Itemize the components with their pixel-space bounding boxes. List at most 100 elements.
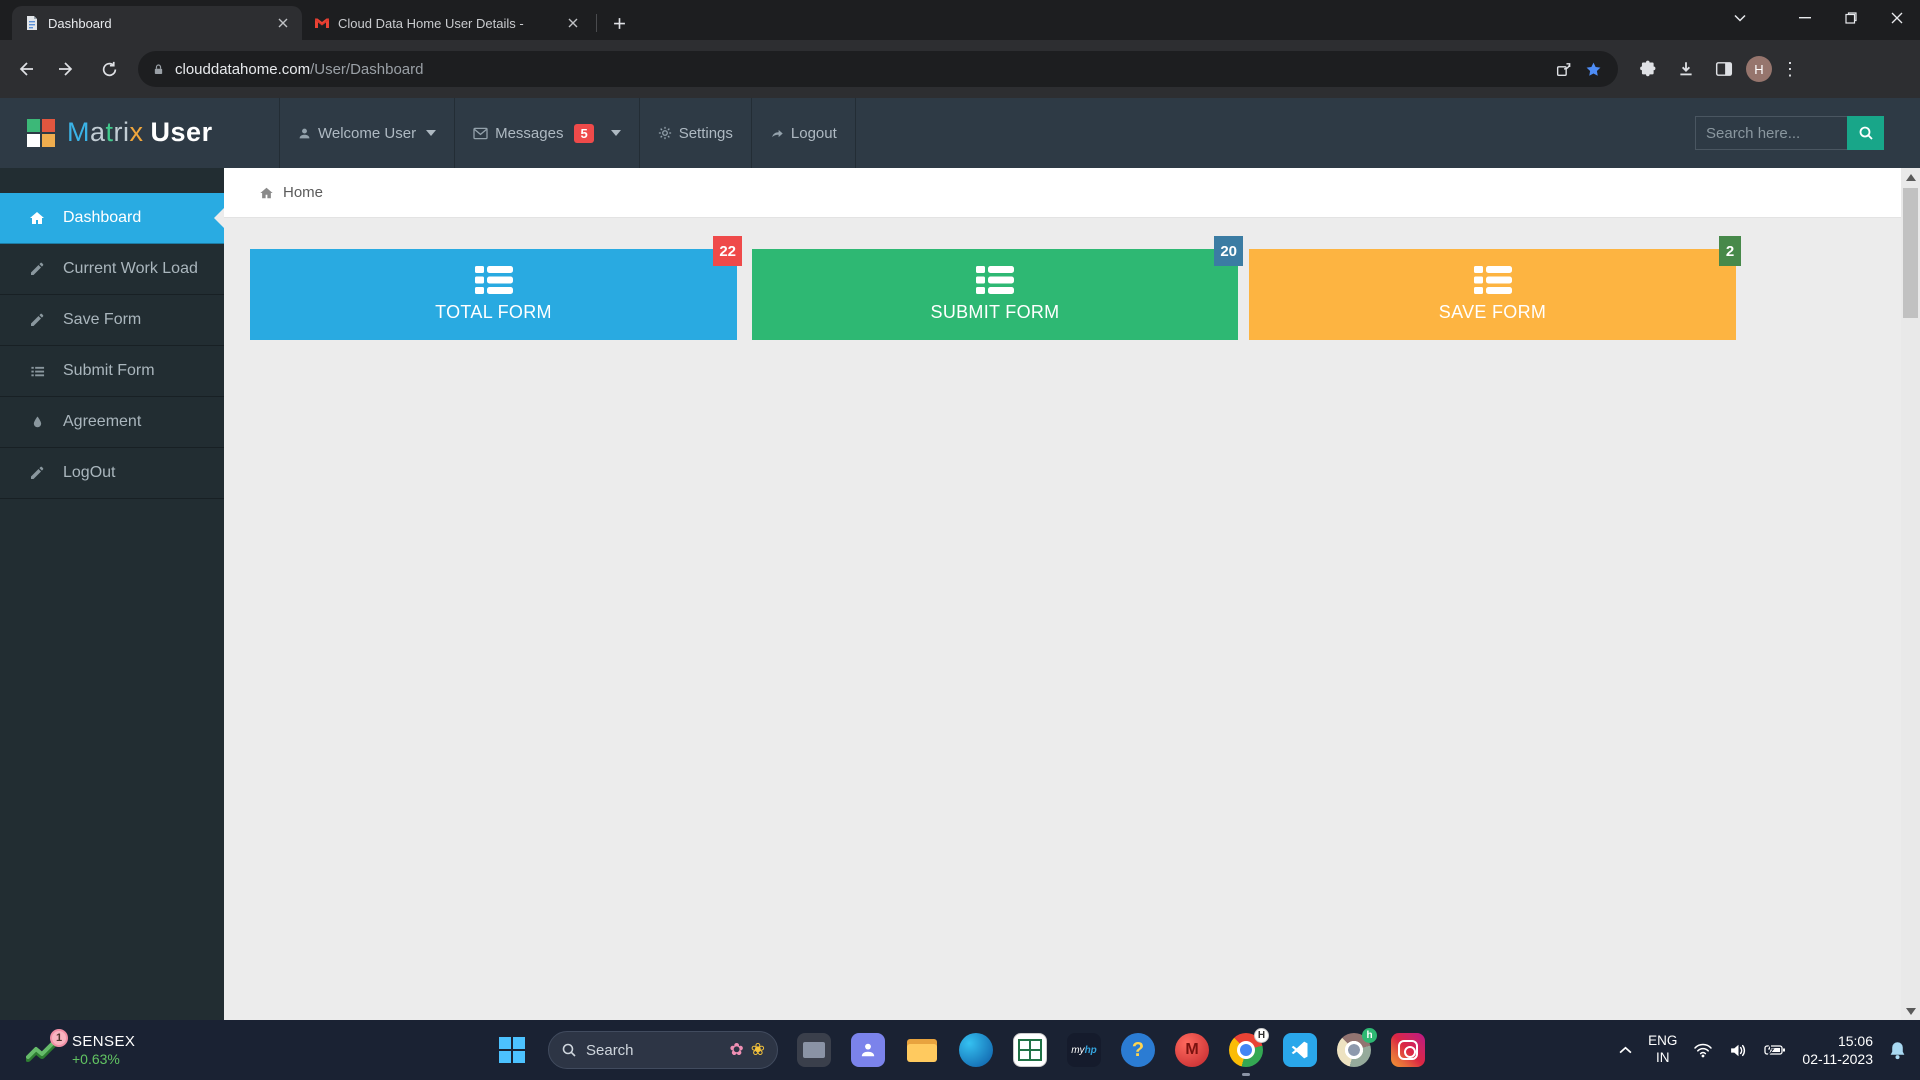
lock-icon — [152, 62, 165, 77]
extensions-icon[interactable] — [1632, 53, 1664, 85]
sidebar-item-submit-form[interactable]: Submit Form — [0, 346, 224, 397]
scroll-down-button[interactable] — [1901, 1002, 1920, 1020]
sidebar-item-agreement[interactable]: Agreement — [0, 397, 224, 448]
chrome-profile-icon[interactable]: h — [1336, 1028, 1377, 1068]
tab-close-icon[interactable] — [564, 14, 582, 32]
sidebar-item-current-work-load[interactable]: Current Work Load — [0, 244, 224, 295]
side-panel-icon[interactable] — [1708, 53, 1740, 85]
bookmark-star-icon[interactable] — [1578, 54, 1608, 84]
mcafee-icon[interactable]: M — [1174, 1032, 1210, 1068]
sidebar-item-label: Submit Form — [63, 362, 155, 379]
grid-list-icon — [474, 266, 513, 294]
settings-menu[interactable]: Settings — [640, 98, 752, 168]
chrome-profile-badge: H — [1254, 1028, 1269, 1043]
scrollbar-thumb[interactable] — [1903, 188, 1918, 318]
logout-menu[interactable]: Logout — [752, 98, 856, 168]
wifi-icon[interactable] — [1693, 1043, 1713, 1058]
file-explorer-icon[interactable] — [904, 1032, 940, 1068]
browser-menu-icon[interactable]: ⋮ — [1778, 59, 1802, 80]
breadcrumb: Home — [224, 168, 1901, 218]
scroll-up-button[interactable] — [1901, 168, 1920, 186]
notification-bell-icon[interactable] — [1889, 1041, 1906, 1060]
main-content: 22 TOTAL FORM 20 SUBMIT FORM 2 SAVE FORM — [224, 218, 1901, 1020]
matrix-user-logo[interactable]: Matrix User — [27, 117, 213, 148]
maximize-button[interactable] — [1828, 0, 1874, 36]
document-favicon-icon — [27, 16, 37, 30]
volume-icon[interactable] — [1729, 1043, 1748, 1058]
submit-form-card[interactable]: 20 SUBMIT FORM — [752, 236, 1243, 340]
teams-icon[interactable] — [850, 1032, 886, 1068]
tab-title: Cloud Data Home User Details - — [338, 15, 524, 31]
logout-label: Logout — [790, 124, 837, 142]
desktop-app-icon[interactable] — [796, 1032, 832, 1068]
minimize-button[interactable] — [1782, 0, 1828, 36]
reload-button[interactable] — [92, 52, 126, 86]
card-label: SAVE FORM — [1438, 302, 1547, 322]
tray-chevron-up-icon[interactable] — [1619, 1046, 1632, 1055]
pencil-icon — [27, 465, 47, 481]
taskbar-search-label: Search — [586, 1041, 634, 1059]
tab-close-icon[interactable] — [274, 14, 292, 32]
logout-arrow-icon — [770, 127, 784, 140]
envelope-icon — [473, 127, 488, 140]
instagram-icon[interactable] — [1390, 1032, 1426, 1068]
chrome-icon[interactable]: H — [1228, 1028, 1269, 1076]
clock[interactable]: 15:06 02-11-2023 — [1802, 1032, 1873, 1068]
share-icon[interactable] — [1548, 54, 1578, 84]
address-bar[interactable]: clouddatahome.com/User/Dashboard — [138, 51, 1618, 87]
tab-cloud-data-home[interactable]: Cloud Data Home User Details - — [302, 6, 592, 40]
user-icon — [298, 127, 311, 140]
downloads-icon[interactable] — [1670, 53, 1702, 85]
list-icon — [27, 364, 47, 379]
close-window-button[interactable] — [1874, 0, 1920, 36]
leaf-icon: ❀ — [750, 1040, 765, 1059]
url-text: clouddatahome.com/User/Dashboard — [175, 61, 1548, 78]
toolbar-right-icons: H ⋮ — [1632, 53, 1802, 85]
stock-widget[interactable]: 1 SENSEX +0.63% — [26, 1020, 135, 1080]
back-button[interactable] — [8, 52, 42, 86]
edge-icon[interactable] — [958, 1032, 994, 1068]
sidebar-item-dashboard[interactable]: Dashboard — [0, 193, 224, 244]
sidebar-item-save-form[interactable]: Save Form — [0, 295, 224, 346]
excel-icon[interactable] — [1012, 1032, 1048, 1068]
window-controls — [1782, 0, 1920, 36]
header-search — [1695, 116, 1884, 150]
home-icon — [259, 186, 274, 200]
tab-search-chevron-icon[interactable] — [1720, 0, 1760, 36]
sidebar-item-label: LogOut — [63, 464, 116, 481]
droplet-icon — [27, 414, 47, 430]
browser-toolbar: clouddatahome.com/User/Dashboard H ⋮ — [0, 40, 1920, 98]
messages-menu[interactable]: Messages 5 — [455, 98, 640, 168]
save-form-card[interactable]: 2 SAVE FORM — [1249, 236, 1741, 340]
page-scrollbar[interactable] — [1901, 168, 1920, 1020]
tab-dashboard[interactable]: Dashboard — [12, 6, 302, 40]
breadcrumb-home-link[interactable]: Home — [283, 184, 323, 201]
submit-form-count-badge: 20 — [1214, 236, 1243, 266]
search-input[interactable] — [1695, 116, 1847, 150]
start-button[interactable] — [494, 1032, 530, 1068]
widget-notification-badge: 1 — [50, 1029, 68, 1047]
welcome-user-menu[interactable]: Welcome User — [280, 98, 456, 168]
windows-logo-icon — [499, 1037, 525, 1063]
tab-divider — [596, 14, 597, 32]
myhp-icon[interactable]: myhp — [1066, 1032, 1102, 1068]
sidebar-item-label: Current Work Load — [63, 260, 198, 277]
help-icon[interactable]: ? — [1120, 1032, 1156, 1068]
card-label: TOTAL FORM — [435, 302, 552, 322]
active-app-indicator — [1242, 1073, 1250, 1076]
messages-label: Messages — [495, 124, 564, 142]
home-icon — [27, 210, 47, 226]
forward-button[interactable] — [50, 52, 84, 86]
language-indicator[interactable]: ENG IN — [1648, 1033, 1677, 1067]
taskbar-tray: ENG IN 15:06 02-11-2023 — [1619, 1020, 1906, 1080]
flower-icon: ✿ — [729, 1040, 744, 1059]
sidebar-item-logout[interactable]: LogOut — [0, 448, 224, 499]
battery-charging-icon[interactable] — [1764, 1043, 1786, 1057]
vscode-icon[interactable] — [1282, 1032, 1318, 1068]
new-tab-button[interactable] — [605, 9, 633, 37]
search-button[interactable] — [1847, 116, 1884, 150]
browser-profile-avatar[interactable]: H — [1746, 56, 1772, 82]
chevron-down-icon[interactable] — [610, 130, 621, 136]
total-form-card[interactable]: 22 TOTAL FORM — [250, 236, 742, 340]
taskbar-search-box[interactable]: Search ✿ ❀ — [548, 1031, 778, 1069]
